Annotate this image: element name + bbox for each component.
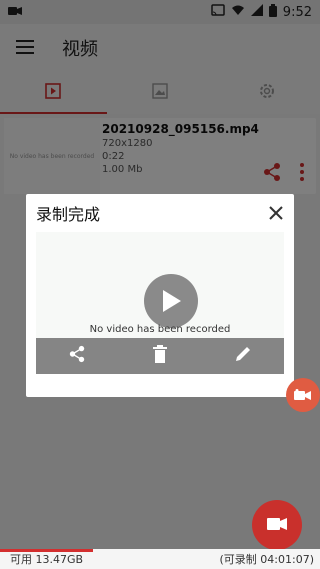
trash-icon bbox=[152, 345, 168, 367]
play-button[interactable] bbox=[144, 274, 198, 328]
record-button[interactable] bbox=[252, 500, 302, 550]
dialog-actions bbox=[36, 338, 284, 374]
pencil-icon bbox=[234, 345, 252, 367]
recording-complete-dialog: 录制完成 No video has been recorded bbox=[26, 194, 294, 397]
storage-recordable: (可录制 04:01:07) bbox=[219, 553, 314, 566]
storage-progress bbox=[0, 549, 93, 552]
delete-button[interactable] bbox=[119, 345, 202, 367]
floating-record-button[interactable] bbox=[286, 378, 320, 412]
dialog-header: 录制完成 bbox=[26, 194, 294, 232]
video-camera-icon bbox=[267, 516, 287, 535]
share-button[interactable] bbox=[36, 345, 119, 367]
no-video-message: No video has been recorded bbox=[89, 324, 231, 335]
share-icon bbox=[68, 345, 86, 367]
close-icon[interactable] bbox=[268, 205, 284, 221]
dialog-title: 录制完成 bbox=[36, 205, 101, 224]
edit-button[interactable] bbox=[201, 345, 284, 367]
storage-bar: 可用 13.47GB (可录制 04:01:07) bbox=[0, 549, 320, 569]
video-camera-icon bbox=[294, 386, 312, 405]
storage-available: 可用 13.47GB bbox=[10, 553, 84, 566]
